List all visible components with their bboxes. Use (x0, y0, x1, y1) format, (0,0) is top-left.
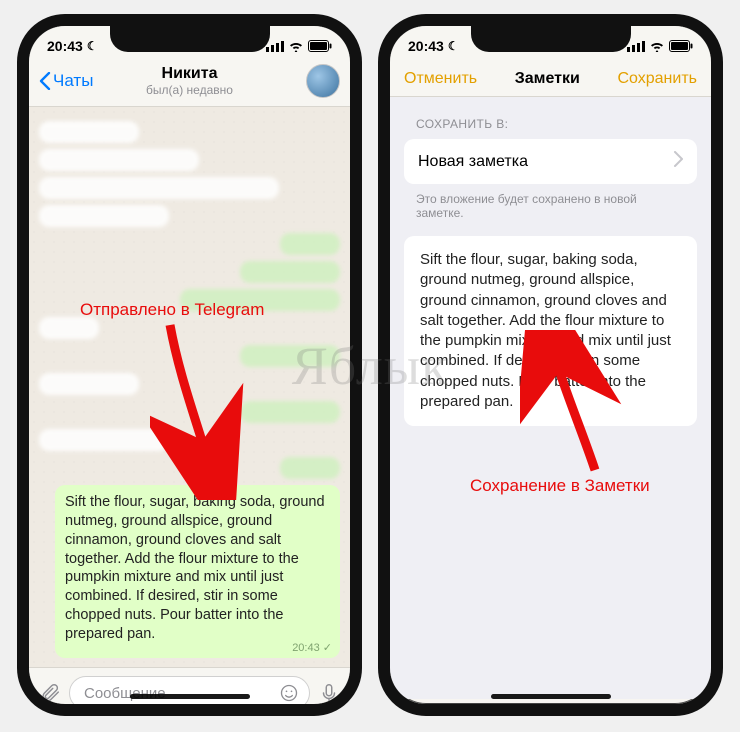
home-indicator[interactable] (491, 694, 611, 699)
battery-icon (308, 40, 332, 52)
notch (110, 26, 270, 52)
message-text: Sift the flour, sugar, baking soda, grou… (65, 494, 325, 642)
wifi-icon (288, 40, 304, 52)
message-time: 20:43 ✓ (292, 641, 332, 655)
sent-message-bubble[interactable]: Sift the flour, sugar, baking soda, grou… (55, 485, 340, 658)
save-in-label: СОХРАНИТЬ В: (404, 111, 697, 139)
status-time: 20:43 (408, 38, 444, 54)
status-time: 20:43 (47, 38, 83, 54)
signal-icon (627, 41, 645, 52)
home-indicator[interactable] (130, 694, 250, 699)
save-button[interactable]: Сохранить (617, 70, 697, 88)
chat-body[interactable]: Sift the flour, sugar, baking soda, grou… (29, 107, 350, 667)
chevron-right-icon (673, 151, 683, 172)
chevron-left-icon (39, 72, 51, 90)
notes-header: Отменить Заметки Сохранить (390, 60, 711, 97)
attach-icon[interactable] (39, 682, 61, 704)
notes-body: СОХРАНИТЬ В: Новая заметка Это вложение … (390, 97, 711, 699)
signal-icon (266, 41, 284, 52)
chat-header: Чаты Никита был(а) недавно (29, 60, 350, 107)
new-note-label: Новая заметка (418, 153, 528, 171)
battery-icon (669, 40, 693, 52)
avatar[interactable] (306, 64, 340, 98)
dnd-moon-icon: ☾ (87, 39, 98, 53)
back-label: Чаты (53, 71, 93, 91)
notes-title: Заметки (515, 70, 580, 88)
phone-notes: 20:43 ☾ Отменить Заметки Сохранить СОХРА… (378, 14, 723, 716)
message-input[interactable]: Сообщение (69, 676, 310, 710)
mic-icon[interactable] (318, 682, 340, 704)
wifi-icon (649, 40, 665, 52)
note-content[interactable]: Sift the flour, sugar, baking soda, grou… (404, 236, 697, 426)
phone-telegram: 20:43 ☾ Чаты Никита был(а) недавно (17, 14, 362, 716)
cancel-button[interactable]: Отменить (404, 70, 477, 88)
new-note-row[interactable]: Новая заметка (404, 139, 697, 184)
back-button[interactable]: Чаты (39, 71, 93, 91)
notch (471, 26, 631, 52)
input-bar: Сообщение (29, 667, 350, 716)
sticker-icon[interactable] (279, 683, 299, 703)
notes-hint: Это вложение будет сохранено в новой зам… (404, 184, 697, 236)
note-text: Sift the flour, sugar, baking soda, grou… (420, 251, 671, 410)
dnd-moon-icon: ☾ (448, 39, 459, 53)
